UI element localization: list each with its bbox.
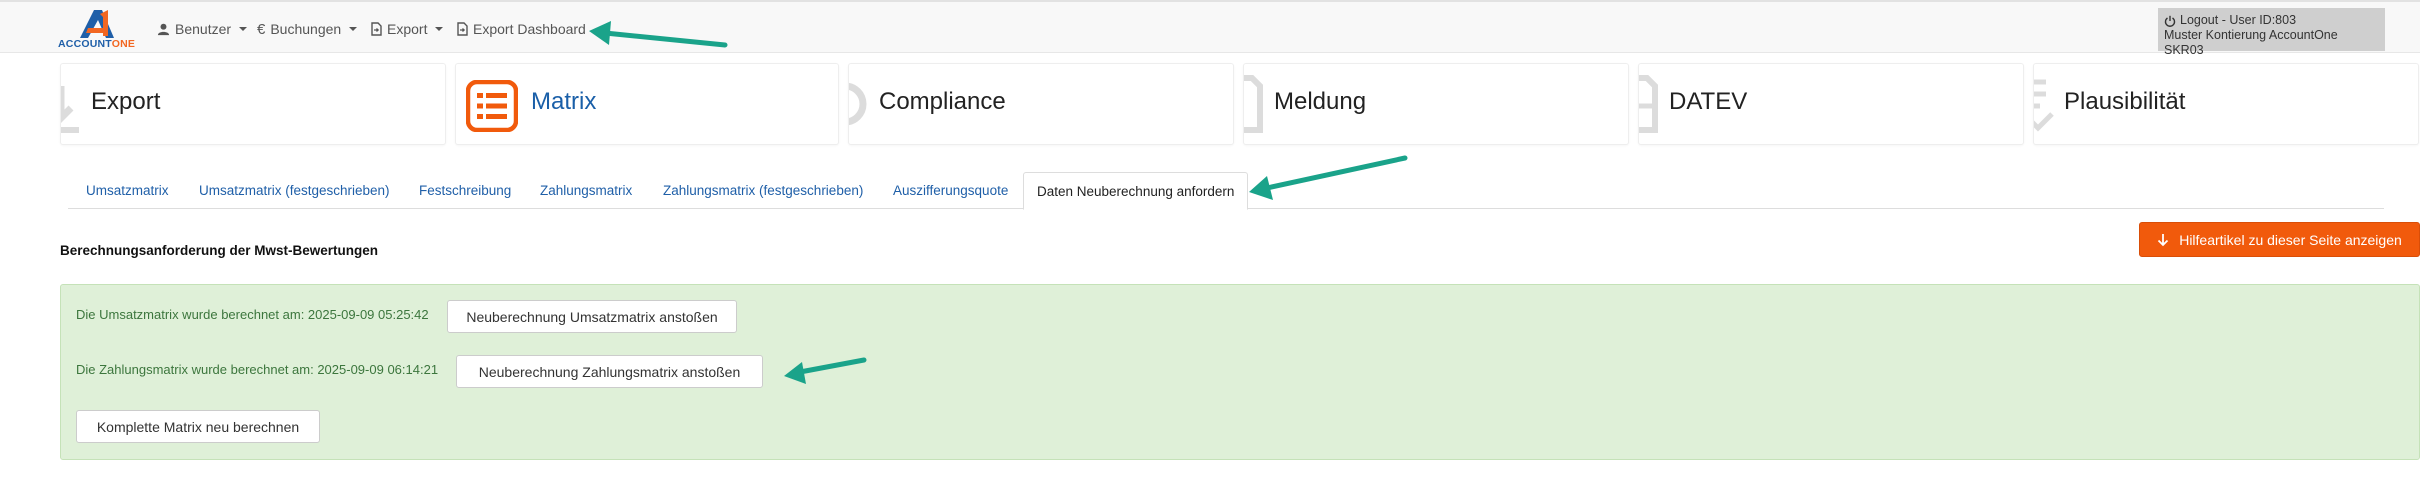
user-icon (157, 23, 170, 35)
module-tile-meldung[interactable]: Meldung (1243, 63, 1629, 145)
tab-auszifferungsquote[interactable]: Auszifferungsquote (893, 172, 1008, 209)
module-tile-datev[interactable]: DATEV (1638, 63, 2024, 145)
module-tile-matrix[interactable]: Matrix (455, 63, 839, 145)
help-article-button[interactable]: Hilfeartikel zu dieser Seite anzeigen (2139, 222, 2420, 257)
download-icon (61, 86, 79, 133)
help-article-label: Hilfeartikel zu dieser Seite anzeigen (2179, 231, 2402, 248)
euro-icon: € (257, 20, 266, 38)
module-label-export: Export (91, 88, 161, 115)
file-upload-icon (1244, 75, 1263, 133)
tab-zahlungsmatrix[interactable]: Zahlungsmatrix (540, 172, 632, 209)
client-name: Muster Kontierung AccountOne SKR03 (2164, 28, 2338, 57)
nav-export-label: Export (387, 21, 428, 37)
nav-buchungen-label: Buchungen (270, 21, 342, 37)
top-navbar: ACCOUNTONE Benutzer € Buchungen Export E… (0, 0, 2420, 57)
file-export-icon (371, 22, 382, 36)
umsatzmatrix-calculated-text: Die Umsatzmatrix wurde berechnet am: 202… (76, 307, 429, 322)
accountone-logo[interactable]: ACCOUNTONE (58, 8, 136, 50)
nav-benutzer-label: Benutzer (175, 21, 232, 37)
recalculation-panel: Die Umsatzmatrix wurde berechnet am: 202… (60, 284, 2420, 460)
checklist-icon (2034, 79, 2054, 132)
annotation-arrow-icon (1249, 155, 1408, 200)
tab-umsatzmatrix-festgeschrieben[interactable]: Umsatzmatrix (festgeschrieben) (199, 172, 390, 209)
chevron-down-icon (239, 27, 248, 31)
matrix-tab-bar: Umsatzmatrix Umsatzmatrix (festgeschrieb… (68, 172, 2384, 210)
recalculate-complete-matrix-button[interactable]: Komplette Matrix neu berechnen (76, 410, 320, 443)
user-info-box: Logout - User ID:803 Muster Kontierung A… (2158, 8, 2385, 57)
module-label-datev: DATEV (1669, 88, 1748, 115)
logout-label: Logout - User ID:803 (2180, 13, 2297, 27)
module-tile-export[interactable]: Export (60, 63, 446, 145)
recalculate-umsatzmatrix-button[interactable]: Neuberechnung Umsatzmatrix anstoßen (447, 300, 737, 333)
nav-export-dashboard-link[interactable]: Export Dashboard (457, 21, 586, 37)
power-icon (2164, 15, 2176, 27)
chevron-down-icon (435, 27, 444, 31)
logout-link[interactable]: Logout - User ID:803 (2164, 13, 2379, 28)
module-label-matrix: Matrix (531, 88, 597, 115)
tab-zahlungsmatrix-festgeschrieben[interactable]: Zahlungsmatrix (festgeschrieben) (663, 172, 863, 209)
refresh-icon (849, 82, 867, 126)
file-export-icon (1639, 75, 1658, 133)
annotation-arrow-icon (784, 357, 867, 384)
file-export-icon (457, 22, 468, 36)
module-label-plausibilitaet: Plausibilität (2064, 88, 2186, 115)
nav-export-dropdown[interactable]: Export (371, 21, 444, 37)
section-title: Berechnungsanforderung der Mwst-Bewertun… (60, 243, 379, 258)
tab-daten-neuberechnung-anfordern[interactable]: Daten Neuberechnung anfordern (1023, 172, 1249, 210)
zahlungsmatrix-calculated-text: Die Zahlungsmatrix wurde berechnet am: 2… (76, 362, 439, 377)
nav-export-dashboard-label: Export Dashboard (473, 21, 586, 37)
tab-umsatzmatrix[interactable]: Umsatzmatrix (86, 172, 169, 209)
module-tile-compliance[interactable]: Compliance (848, 63, 1234, 145)
module-label-compliance: Compliance (879, 88, 1006, 115)
module-label-meldung: Meldung (1274, 88, 1367, 115)
logo-text: ACCOUNTONE (58, 38, 136, 50)
logo-mark (80, 10, 114, 38)
arrow-down-icon (2158, 233, 2169, 246)
list-icon (466, 80, 518, 132)
recalculate-zahlungsmatrix-button[interactable]: Neuberechnung Zahlungsmatrix anstoßen (456, 355, 763, 388)
annotation-arrow-icon (589, 21, 728, 48)
chevron-down-icon (349, 27, 358, 31)
tab-festschreibung[interactable]: Festschreibung (419, 172, 511, 209)
nav-benutzer-dropdown[interactable]: Benutzer (157, 21, 248, 37)
nav-buchungen-dropdown[interactable]: € Buchungen (257, 20, 358, 38)
module-tile-plausibilitaet[interactable]: Plausibilität (2033, 63, 2419, 145)
